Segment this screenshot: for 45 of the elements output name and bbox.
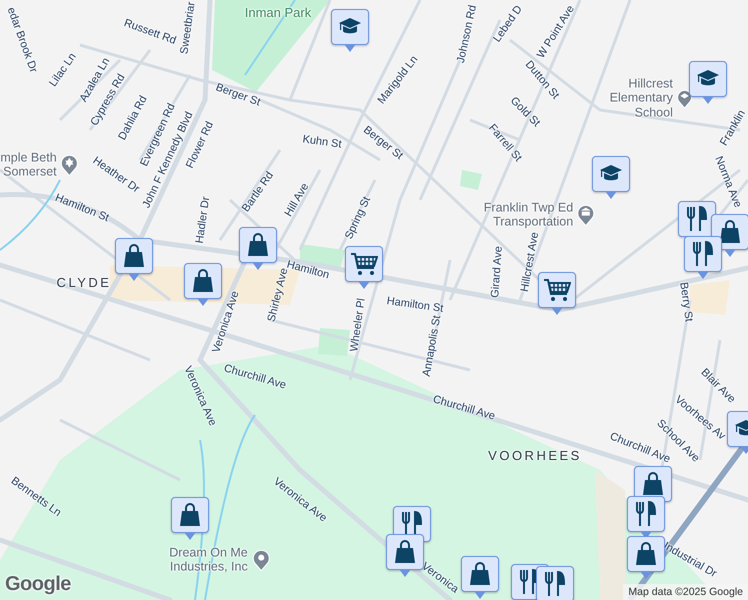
park-area: [460, 170, 482, 190]
shopping-bag-icon: [123, 244, 145, 268]
place-pin-icon: [60, 153, 80, 177]
street-label: Kuhn St: [302, 133, 342, 151]
shopping-cart-icon: [350, 252, 378, 276]
street-label: Johnson Rd: [454, 4, 480, 64]
place-label[interactable]: Franklin Twp Ed Transportation: [484, 200, 574, 230]
place-label[interactable]: mple Beth Somerset: [0, 150, 57, 180]
shopping-bag-icon: [469, 562, 491, 586]
street-label: edar Brook Dr: [4, 6, 40, 74]
shopping-bag-icon: [719, 220, 741, 244]
street-label: Hillcrest Ave: [518, 231, 542, 293]
district-label: VOORHEES: [488, 448, 582, 464]
street-label: Norma Ave: [712, 154, 744, 210]
street-label: Annapolis St: [420, 314, 444, 378]
map-logo: Google: [5, 573, 71, 596]
fork-knife-icon: [635, 501, 657, 527]
place-pin-icon: [576, 203, 596, 227]
place-label[interactable]: Hillcrest Elementary School: [583, 76, 673, 120]
shopping-bag-icon: [247, 233, 269, 257]
shopping-bag-icon: [179, 503, 201, 527]
street-label: Hadler Dr: [194, 196, 212, 244]
fork-knife-icon: [401, 511, 423, 537]
fork-knife-icon: [692, 241, 714, 267]
shopping-bag-icon: [192, 269, 214, 293]
district-label: CLYDE: [56, 276, 112, 290]
street-label: Churchill Ave: [222, 362, 288, 392]
street-label: Berry St: [677, 281, 695, 323]
street-label: Berger St: [214, 81, 262, 109]
street-label: Sweetbriar: [178, 1, 198, 55]
street-label: Churchill Ave: [432, 393, 496, 423]
street-label: Wheeler Pl: [348, 298, 368, 352]
shopping-bag-icon: [635, 542, 657, 566]
street-label: Hill Ave: [282, 181, 312, 219]
fork-knife-icon: [686, 206, 708, 232]
fork-knife-icon: [544, 571, 566, 597]
place-label[interactable]: Dream On Me Industries, Inc: [169, 546, 248, 574]
shopping-bag-icon: [394, 540, 416, 564]
park-label: Inman Park: [244, 6, 312, 20]
street-label: Hamilton St: [386, 295, 444, 315]
park-area: [318, 328, 350, 356]
shopping-cart-icon: [543, 278, 571, 302]
place-pin-icon: [250, 548, 271, 572]
street-label: Girard Ave: [489, 246, 505, 298]
shopping-bag-icon: [642, 472, 664, 496]
